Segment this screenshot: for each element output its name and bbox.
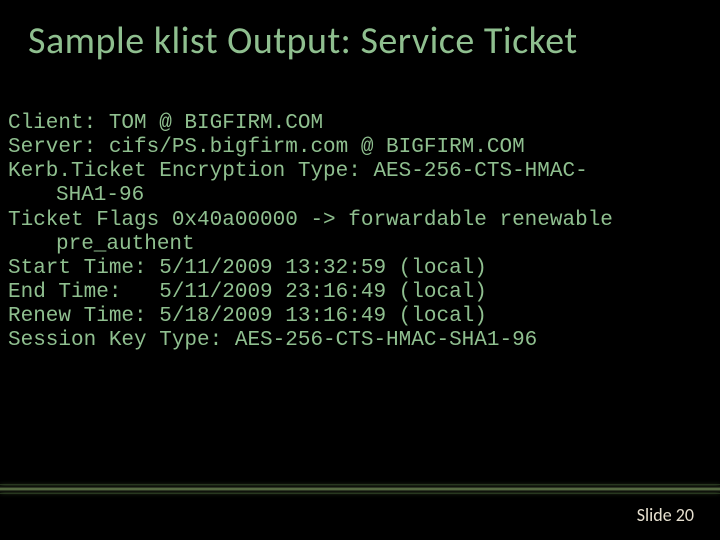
line-server: Server: cifs/PS.bigfirm.com @ BIGFIRM.CO… bbox=[8, 136, 525, 159]
line-session-key: Session Key Type: AES-256-CTS-HMAC-SHA1-… bbox=[8, 329, 537, 352]
line-renew-time: Renew Time: 5/18/2009 13:16:49 (local) bbox=[8, 305, 487, 328]
divider bbox=[0, 486, 720, 492]
slide-title: Sample klist Output: Service Ticket bbox=[0, 0, 720, 64]
line-ticket-flags-cont: pre_authent bbox=[8, 233, 702, 257]
slide-number: Slide 20 bbox=[637, 504, 694, 526]
line-enc-type-cont: SHA1-96 bbox=[8, 184, 702, 208]
line-ticket-flags: Ticket Flags 0x40a00000 -> forwardable r… bbox=[8, 209, 613, 232]
line-enc-type: Kerb.Ticket Encryption Type: AES-256-CTS… bbox=[8, 160, 588, 183]
slide: Sample klist Output: Service Ticket Clie… bbox=[0, 0, 720, 540]
line-end-time: End Time: 5/11/2009 23:16:49 (local) bbox=[8, 281, 487, 304]
klist-output: Client: TOM @ BIGFIRM.COM Server: cifs/P… bbox=[0, 64, 720, 353]
line-start-time: Start Time: 5/11/2009 13:32:59 (local) bbox=[8, 257, 487, 280]
line-client: Client: TOM @ BIGFIRM.COM bbox=[8, 112, 323, 135]
